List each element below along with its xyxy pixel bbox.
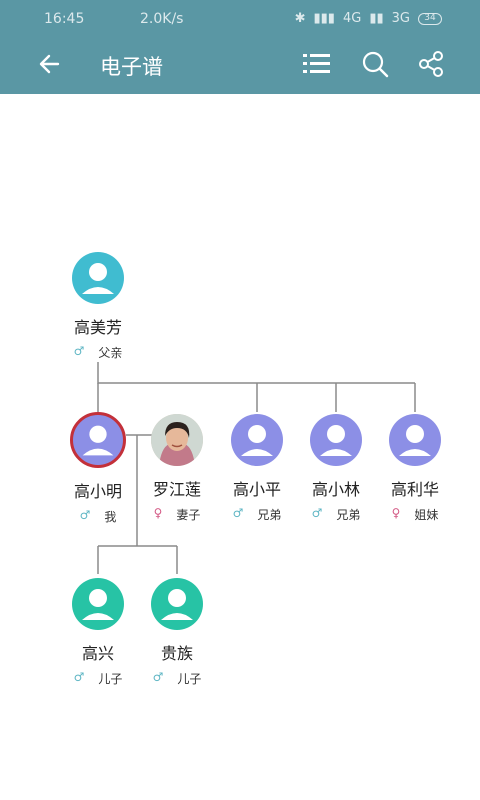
member-relation: 兄弟 [257,508,282,522]
avatar [389,414,441,466]
person-icon [320,425,352,456]
toolbar: 电子谱 [0,40,480,94]
female-icon: ♀ [391,506,401,520]
member-meta: ♂ 儿子 [58,670,138,687]
member-relation: 父亲 [98,346,123,360]
male-icon: ♂ [73,344,85,358]
female-icon: ♀ [153,506,163,520]
member-name: 高利华 [390,480,439,499]
avatar [231,414,283,466]
member-brother-2[interactable]: 高小林 ♂ 兄弟 [296,414,376,523]
avatar-selected [70,412,126,468]
person-icon [82,263,114,294]
member-sister[interactable]: 高利华 ♀ 姐妹 [375,414,455,523]
member-brother-1[interactable]: 高小平 ♂ 兄弟 [217,414,297,523]
member-name: 高美芳 [73,318,122,337]
network-4g: 4G [342,11,362,26]
avatar [151,578,203,630]
member-wife[interactable]: 罗江莲 ♀ 妻子 [137,414,217,523]
member-name: 高小明 [73,482,122,501]
search-button[interactable] [360,49,390,79]
person-icon [399,425,431,456]
member-name: 高兴 [81,644,114,663]
avatar [72,252,124,304]
member-name: 高小林 [311,480,360,499]
member-meta: ♂ 兄弟 [217,506,297,523]
battery-icon: 34 [418,12,442,25]
photo-portrait [151,414,203,466]
search-icon [362,51,389,78]
avatar [72,578,124,630]
signal-icon: ▮▮▮ [313,11,335,26]
member-name: 贵族 [160,644,193,663]
member-relation: 儿子 [177,672,202,686]
share-icon [419,51,443,77]
status-right: ✱ ▮▮▮ 4G ▮▮ 3G 34 [295,11,442,26]
status-bar: 16:45 2.0K/s ✱ ▮▮▮ 4G ▮▮ 3G 34 [0,0,480,40]
avatar [310,414,362,466]
family-tree: 高美芳 ♂ 父亲 高小明 ♂ 我 罗江莲 ♀ 妻子 高小平 ♂ 兄弟 高小林 ♂… [0,94,480,800]
member-meta: ♂ 兄弟 [296,506,376,523]
member-relation: 姐妹 [414,508,439,522]
avatar-photo [151,414,203,466]
male-icon: ♂ [232,506,244,520]
bluetooth-icon: ✱ [294,11,306,26]
member-name: 罗江莲 [152,480,201,499]
person-icon [241,425,273,456]
male-icon: ♂ [152,670,164,684]
list-icon [303,54,330,73]
page-title: 电子谱 [100,55,163,79]
member-relation: 妻子 [176,508,201,522]
member-relation: 儿子 [98,672,123,686]
back-button[interactable] [36,50,64,78]
network-3g: 3G [391,11,410,26]
member-son-2[interactable]: 贵族 ♂ 儿子 [137,578,217,687]
male-icon: ♂ [311,506,323,520]
male-icon: ♂ [79,508,91,522]
member-name: 高小平 [232,480,281,499]
member-self[interactable]: 高小明 ♂ 我 [58,412,138,525]
member-son-1[interactable]: 高兴 ♂ 儿子 [58,578,138,687]
member-meta: ♀ 姐妹 [375,506,455,523]
male-icon: ♂ [73,670,85,684]
member-relation: 兄弟 [336,508,361,522]
member-meta: ♂ 父亲 [58,344,138,361]
person-icon [82,589,114,620]
app-bar: 16:45 2.0K/s ✱ ▮▮▮ 4G ▮▮ 3G 34 电子谱 [0,0,480,94]
signal-icon-2: ▮▮ [369,11,384,26]
member-father[interactable]: 高美芳 ♂ 父亲 [58,252,138,361]
member-meta: ♂ 儿子 [137,670,217,687]
network-speed: 2.0K/s [140,11,184,27]
member-relation: 我 [104,510,117,524]
member-meta: ♂ 我 [58,508,138,525]
status-time: 16:45 [44,11,85,27]
member-meta: ♀ 妻子 [137,506,217,523]
share-button[interactable] [416,49,446,79]
list-view-button[interactable] [302,49,332,79]
back-arrow-icon [39,54,60,74]
person-icon [161,589,193,620]
person-icon [82,425,114,456]
